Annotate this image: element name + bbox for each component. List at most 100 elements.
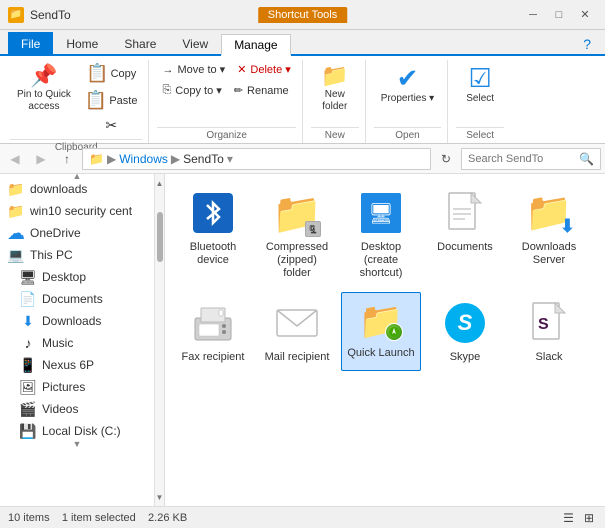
delete-button[interactable]: ✕ Delete ▾: [232, 60, 296, 79]
desktop-nav-icon: 🖥: [20, 269, 36, 285]
sidebar-item-nexus6p[interactable]: 📱 Nexus 6P: [0, 354, 154, 376]
title-bar: 📁 SendTo Shortcut Tools ─ □ ✕: [0, 0, 605, 30]
pictures-nav-icon: 🖼: [20, 379, 36, 395]
tab-share[interactable]: Share: [111, 32, 169, 54]
sidebar-scroll-down[interactable]: ▼: [0, 442, 154, 446]
local-disk-nav-icon: 💾: [20, 423, 36, 439]
scrollbar-down-arrow[interactable]: ▼: [155, 488, 164, 506]
sidebar-item-music-label: Music: [42, 336, 73, 350]
ribbon: 📌 Pin to Quickaccess 📋 Copy 📋 Paste ✂ Cl…: [0, 56, 605, 144]
sidebar-item-desktop-label: Desktop: [42, 270, 86, 284]
ribbon-group-clipboard: 📌 Pin to Quickaccess 📋 Copy 📋 Paste ✂ Cl…: [4, 60, 149, 143]
view-controls: ☰ ⊞: [560, 508, 597, 528]
folder-icon: 📁: [8, 181, 24, 197]
search-icon: 🔍: [579, 152, 594, 166]
refresh-button[interactable]: ↻: [435, 148, 457, 170]
downloads-nav-icon: ⬇: [20, 313, 36, 329]
sidebar-item-this-pc-label: This PC: [30, 248, 73, 262]
sidebar-item-win10security[interactable]: 📁 win10 security cent: [0, 200, 154, 222]
back-button[interactable]: ◀: [4, 148, 26, 170]
search-input[interactable]: [468, 153, 575, 165]
sidebar-item-documents[interactable]: 📄 Documents: [0, 288, 154, 310]
downloads-server-label: Downloads Server: [514, 241, 584, 267]
scrollbar-thumb[interactable]: [157, 212, 163, 262]
file-item-desktop-shortcut[interactable]: 🖥 Desktop (create shortcut): [341, 182, 421, 288]
scrollbar-up-arrow[interactable]: ▲: [155, 174, 164, 192]
file-grid: Bluetooth device 📁 🗜 Compressed (zipped)…: [165, 174, 605, 506]
sidebar-item-nexus6p-label: Nexus 6P: [42, 358, 94, 372]
file-item-bluetooth[interactable]: Bluetooth device: [173, 182, 253, 288]
pin-icon: 📌: [30, 65, 57, 87]
copy-to-label: Copy to ▾: [175, 84, 222, 97]
bluetooth-icon: [189, 189, 237, 237]
file-item-fax[interactable]: Fax recipient: [173, 292, 253, 371]
select-group-label: Select: [456, 127, 504, 143]
file-item-compressed[interactable]: 📁 🗜 Compressed (zipped) folder: [257, 182, 337, 288]
cut-button[interactable]: ✂: [80, 114, 143, 137]
sidebar-item-pictures[interactable]: 🖼 Pictures: [0, 376, 154, 398]
up-button[interactable]: ↑: [56, 148, 78, 170]
tab-home[interactable]: Home: [53, 32, 111, 54]
sidebar-item-downloads-folder[interactable]: 📁 downloads: [0, 178, 154, 200]
svg-text:S: S: [538, 316, 549, 333]
address-bar: ◀ ▶ ↑ 📁 ▶ Windows ▶ SendTo ▾ ↻ 🔍: [0, 144, 605, 174]
ribbon-tabs: File Home Share View Manage ?: [0, 30, 605, 56]
copy-label: Copy: [111, 68, 137, 80]
sidebar-scrollbar[interactable]: ▲ ▼: [154, 174, 164, 506]
forward-button[interactable]: ▶: [30, 148, 52, 170]
tab-view[interactable]: View: [169, 32, 221, 54]
sidebar-item-desktop[interactable]: 🖥 Desktop: [0, 266, 154, 288]
grid-view-button[interactable]: ⊞: [581, 508, 597, 528]
search-box[interactable]: 🔍: [461, 148, 601, 170]
sidebar-item-local-disk-label: Local Disk (C:): [42, 424, 121, 438]
file-item-documents[interactable]: Documents: [425, 182, 505, 288]
new-folder-label: Newfolder: [322, 89, 347, 113]
list-view-button[interactable]: ☰: [560, 508, 577, 528]
sidebar-item-music[interactable]: ♪ Music: [0, 332, 154, 354]
quick-launch-label: Quick Launch: [347, 347, 414, 360]
copy-button[interactable]: 📋 Copy: [80, 60, 143, 87]
videos-nav-icon: 🎬: [20, 401, 36, 417]
delete-icon: ✕: [237, 63, 246, 76]
context-tab-label: Shortcut Tools: [258, 7, 348, 23]
file-item-quick-launch[interactable]: 📁 Quick Launch: [341, 292, 421, 371]
paste-button[interactable]: 📋 Paste: [80, 87, 143, 114]
music-nav-icon: ♪: [20, 335, 36, 351]
close-button[interactable]: ✕: [573, 5, 597, 25]
tab-file[interactable]: File: [8, 32, 53, 54]
sidebar-item-this-pc[interactable]: 💻 This PC: [0, 244, 154, 266]
pin-to-quick-access-button[interactable]: 📌 Pin to Quickaccess: [10, 60, 78, 118]
breadcrumb-sendto: SendTo: [183, 152, 224, 166]
breadcrumb[interactable]: 📁 ▶ Windows ▶ SendTo ▾: [82, 148, 431, 170]
sidebar-item-videos[interactable]: 🎬 Videos: [0, 398, 154, 420]
sidebar-item-downloads[interactable]: ⬇ Downloads: [0, 310, 154, 332]
mail-icon: [273, 299, 321, 347]
file-item-slack[interactable]: S Slack: [509, 292, 589, 371]
rename-button[interactable]: ✏ Rename: [229, 81, 294, 100]
sidebar-item-documents-label: Documents: [42, 292, 103, 306]
quick-launch-icon: 📁: [359, 299, 403, 343]
tab-manage[interactable]: Manage: [221, 34, 290, 56]
properties-button[interactable]: ✔ Properties ▾: [374, 60, 441, 110]
help-button[interactable]: ?: [577, 34, 597, 54]
ribbon-group-open: ✔ Properties ▾ Open: [368, 60, 448, 143]
window-title: SendTo: [30, 8, 71, 22]
documents-nav-icon: 📄: [20, 291, 36, 307]
file-item-skype[interactable]: S Skype: [425, 292, 505, 371]
maximize-button[interactable]: □: [547, 5, 571, 25]
copy-to-button[interactable]: ⎘ Copy to ▾: [157, 81, 226, 100]
move-to-button[interactable]: → Move to ▾: [157, 60, 230, 79]
app-icon: 📁: [8, 7, 24, 23]
file-item-downloads-server[interactable]: 📁 ⬇ Downloads Server: [509, 182, 589, 288]
scrollbar-track[interactable]: [155, 192, 164, 488]
fax-label: Fax recipient: [182, 351, 245, 364]
folder-icon: 📁: [8, 203, 24, 219]
select-button[interactable]: ☑ Select: [456, 60, 504, 109]
new-folder-button[interactable]: 📁 Newfolder: [311, 60, 359, 118]
compressed-label: Compressed (zipped) folder: [262, 241, 332, 281]
properties-label: Properties ▾: [381, 93, 434, 105]
breadcrumb-windows[interactable]: Windows: [119, 152, 168, 166]
file-item-mail[interactable]: Mail recipient: [257, 292, 337, 371]
sidebar-item-onedrive[interactable]: ☁ OneDrive: [0, 222, 154, 244]
minimize-button[interactable]: ─: [521, 5, 545, 25]
